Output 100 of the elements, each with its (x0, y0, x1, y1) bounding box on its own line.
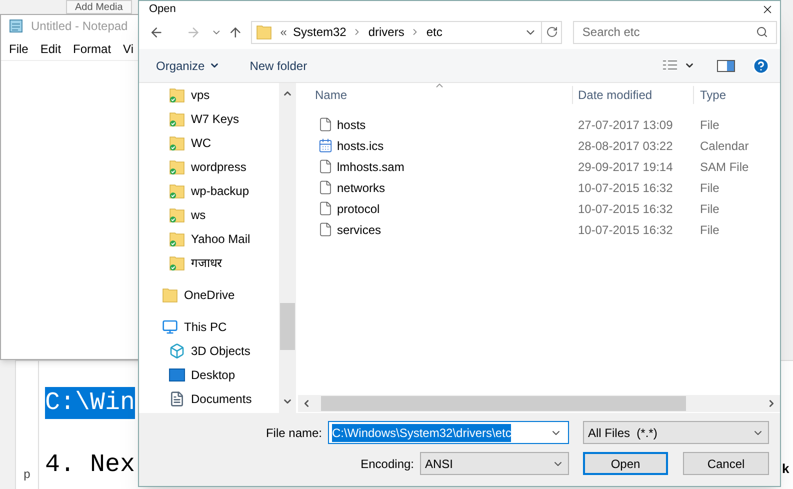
date-modified: 29-09-2017 19:14 (577, 158, 674, 176)
dialog-title: Open (149, 2, 176, 16)
encoding-value: ANSI (425, 456, 454, 472)
synced-folder-icon (169, 231, 185, 247)
horizontal-scrollbar[interactable] (298, 395, 780, 412)
nav-item-label: wordpress (191, 159, 246, 176)
back-icon[interactable] (149, 24, 164, 40)
file-icon (318, 159, 333, 174)
synced-folder-icon (169, 159, 185, 175)
menu-item[interactable]: Edit (40, 40, 62, 58)
file-name: networks (337, 180, 386, 196)
monitor-icon (162, 319, 178, 335)
file-row[interactable]: networks 10-07-2015 16:32 File (298, 177, 780, 198)
nav-item[interactable]: WC (139, 131, 279, 155)
search-icon (756, 26, 768, 38)
up-icon[interactable] (228, 24, 244, 40)
file-name: lmhosts.sam (337, 158, 404, 176)
address-bar[interactable]: « System32 drivers etc (251, 20, 562, 44)
nav-item[interactable]: 3D Objects (139, 339, 279, 363)
nav-item[interactable]: ws (139, 203, 279, 227)
folder-icon (256, 24, 272, 40)
preview-pane-icon[interactable] (717, 58, 735, 72)
file-row[interactable]: hosts.ics 28-08-2017 03:22 Calendar (298, 135, 780, 156)
nav-item-label: W7 Keys (191, 111, 240, 128)
file-name-label: File name: (264, 424, 322, 442)
dialog-button[interactable]: Cancel (683, 452, 769, 475)
file-type: File (699, 116, 720, 134)
new-folder-button[interactable]: New folder (250, 56, 308, 74)
file-row[interactable]: hosts 27-07-2017 13:09 File (298, 114, 780, 135)
editor-text-line: 4. Nex (45, 449, 136, 481)
help-icon[interactable] (752, 56, 770, 74)
date-modified: 27-07-2017 13:09 (577, 116, 674, 134)
synced-folder-icon (169, 255, 185, 271)
organize-button[interactable]: Organize (156, 56, 220, 74)
nav-item[interactable]: Desktop (139, 363, 279, 387)
scroll-thumb[interactable] (280, 303, 295, 350)
date-modified: 10-07-2015 16:32 (577, 200, 674, 218)
vertical-scrollbar[interactable] (279, 83, 296, 413)
nav-item[interactable]: गजाधर (139, 251, 279, 275)
nav-item-label: Desktop (191, 367, 236, 384)
menu-item[interactable]: File (9, 40, 28, 58)
address-overflow[interactable]: « (280, 23, 287, 41)
nav-item-label: Yahoo Mail (191, 231, 250, 248)
file-row[interactable]: lmhosts.sam 29-09-2017 19:14 SAM File (298, 156, 780, 177)
notepad-icon (9, 19, 23, 33)
search-field[interactable]: Search etc (573, 20, 778, 44)
menu-item[interactable]: Format (73, 40, 112, 58)
nav-item[interactable]: wordpress (139, 155, 279, 179)
encoding-select[interactable]: ANSI (420, 452, 569, 475)
column-header[interactable]: Date modified (572, 86, 693, 104)
cube-icon (169, 343, 185, 359)
nav-item[interactable]: OneDrive (139, 283, 279, 307)
file-type: SAM File (699, 158, 749, 176)
synced-folder-icon (169, 207, 185, 223)
menu-item[interactable]: Vi (123, 40, 134, 58)
breadcrumb-segment[interactable]: System32 (292, 23, 346, 41)
nav-item[interactable]: This PC (139, 315, 279, 339)
desktop-icon (169, 368, 185, 382)
nav-item[interactable]: W7 Keys (139, 107, 279, 131)
file-name: hosts (337, 116, 366, 134)
editor-edge-text: k (782, 460, 790, 478)
synced-folder-icon (169, 87, 185, 103)
view-options-icon[interactable] (662, 58, 678, 72)
date-modified: 28-08-2017 03:22 (577, 138, 674, 154)
date-modified: 10-07-2015 16:32 (577, 180, 674, 196)
window-title: Untitled - Notepad (31, 18, 128, 35)
nav-item[interactable]: Yahoo Mail (139, 227, 279, 251)
file-type: File (699, 180, 720, 196)
breadcrumb-segment[interactable]: etc (426, 23, 442, 41)
date-modified: 10-07-2015 16:32 (577, 222, 674, 238)
file-name-input[interactable]: C:\Windows\System32\drivers\etc (328, 421, 569, 444)
dialog-button[interactable]: Open (583, 452, 668, 475)
file-icon (318, 201, 333, 216)
breadcrumb-segment[interactable]: drivers (368, 23, 404, 41)
document-icon (169, 391, 185, 407)
calendar-file-icon (318, 138, 333, 153)
nav-item[interactable]: wp-backup (139, 179, 279, 203)
file-icon (318, 180, 333, 195)
nav-item-label: vps (191, 87, 210, 104)
synced-folder-icon (169, 135, 185, 151)
synced-folder-icon (169, 111, 185, 127)
file-type-select[interactable]: All Files (*.*) (583, 421, 769, 444)
column-header[interactable]: Name (298, 86, 572, 104)
column-header[interactable]: Type (693, 86, 780, 104)
nav-item-label: ws (191, 207, 206, 224)
nav-item[interactable]: Documents (139, 387, 279, 411)
nav-item-label: wp-backup (191, 183, 250, 200)
file-icon (318, 117, 333, 132)
nav-item-label: OneDrive (184, 287, 235, 304)
scroll-thumb[interactable] (321, 396, 686, 411)
nav-item[interactable]: vps (139, 83, 279, 107)
file-type: Calendar (699, 138, 749, 154)
nav-item-label: This PC (184, 319, 227, 336)
file-row[interactable]: services 10-07-2015 16:32 File (298, 219, 780, 240)
nav-item-label: गजाधर (191, 255, 222, 272)
file-name: hosts.ics (337, 138, 384, 154)
nav-item-label: WC (191, 135, 211, 152)
add-media-button[interactable]: Add Media (66, 0, 132, 14)
file-row[interactable]: protocol 10-07-2015 16:32 File (298, 198, 780, 219)
refresh-icon[interactable] (546, 26, 558, 38)
